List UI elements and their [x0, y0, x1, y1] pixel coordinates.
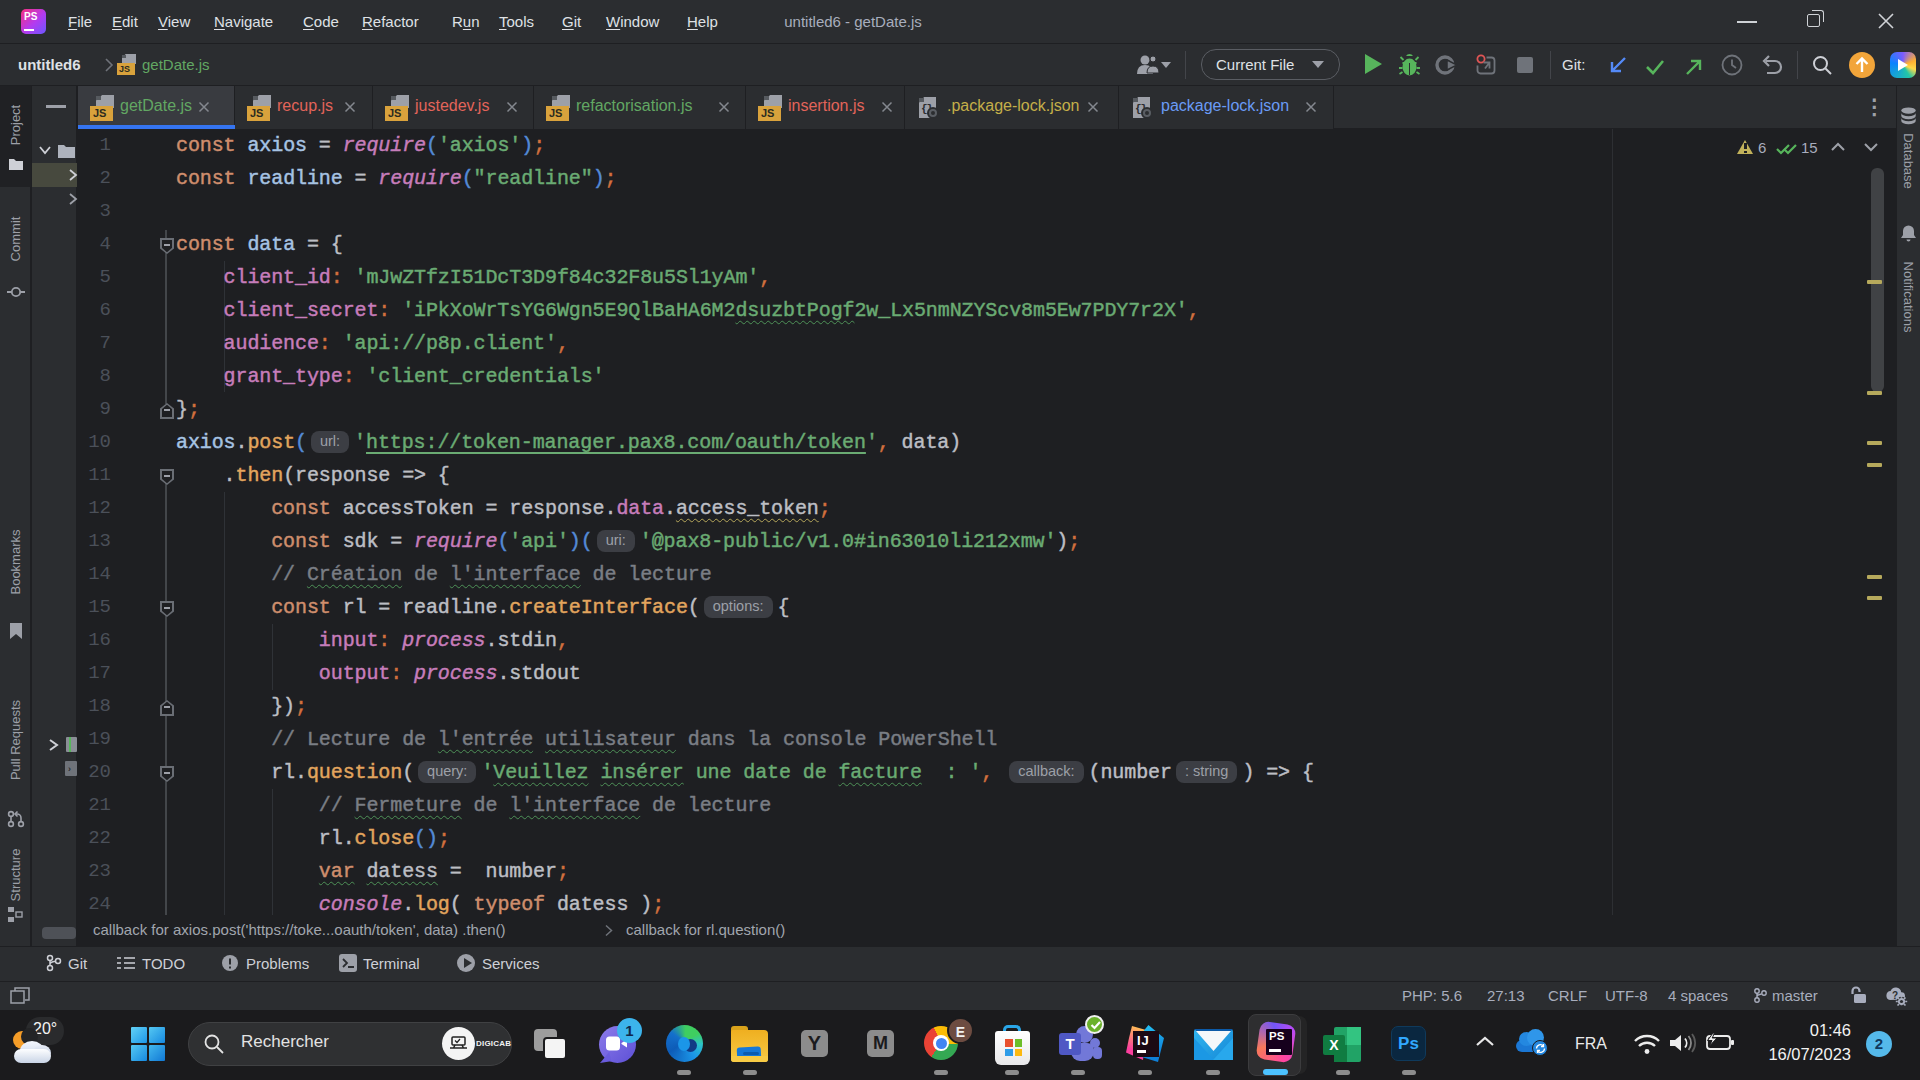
svg-text:?: ? [1892, 990, 1898, 1001]
